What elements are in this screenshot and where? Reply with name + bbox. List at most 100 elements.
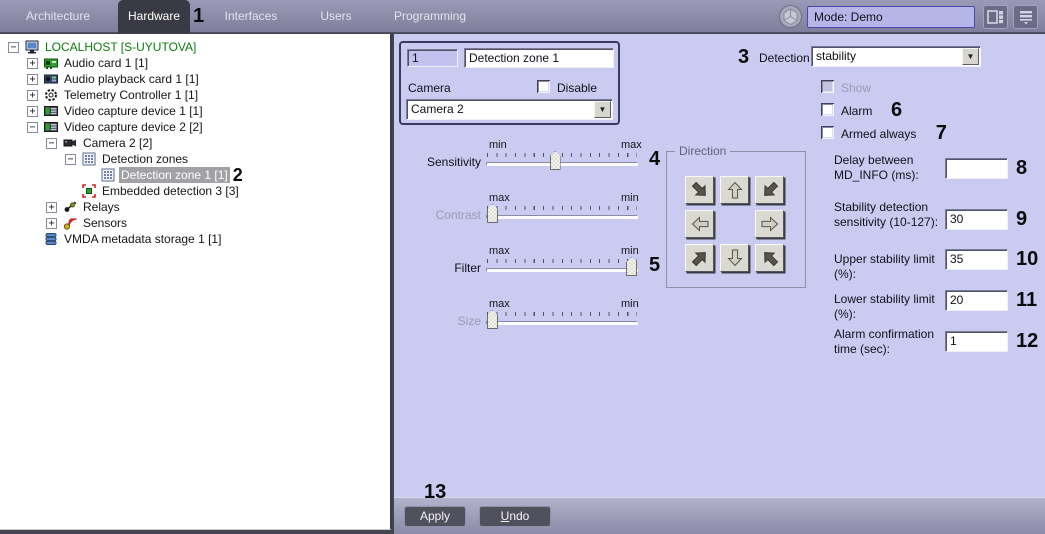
disable-checkbox[interactable] (537, 80, 550, 93)
arrow-down-left-icon (763, 181, 778, 196)
expand-plus-icon[interactable]: + (46, 217, 57, 229)
computer-icon (25, 40, 39, 54)
camera-select[interactable]: Camera 2 ▼ (406, 99, 613, 120)
direction-up-left-button[interactable] (755, 244, 784, 272)
arrow-down-right-icon (691, 181, 706, 196)
slider-track[interactable] (486, 321, 638, 325)
tree-item[interactable]: VMDA metadata storage 1 [1] (0, 231, 390, 247)
tree-item[interactable]: Detection zone 1 [1] 2 (0, 166, 390, 184)
disable-label: Disable (557, 81, 598, 95)
direction-left-button[interactable] (685, 210, 714, 238)
relays-icon (63, 200, 77, 214)
chevron-down-icon[interactable]: ▼ (962, 48, 979, 65)
tab-architecture[interactable]: Architecture (18, 0, 98, 33)
direction-up-button[interactable] (720, 176, 749, 204)
audio-card-icon (44, 56, 58, 70)
sphere-icon[interactable] (778, 4, 803, 29)
field-input[interactable] (945, 158, 1008, 179)
tree-item-label[interactable]: Telemetry Controller 1 [1] (62, 87, 200, 103)
detection-select-value: stability (816, 49, 857, 63)
collapse-minus-icon[interactable]: − (27, 121, 38, 133)
tree-item-label[interactable]: Audio card 1 [1] (62, 55, 150, 71)
slider-contrast: Contrast max min (399, 192, 659, 228)
direction-down-button[interactable] (720, 244, 749, 272)
identity-groupbox: 1 Detection zone 1 Camera Disable Camera… (399, 41, 620, 125)
tree-item-label[interactable]: Sensors (81, 215, 129, 231)
field-input[interactable]: 1 (945, 331, 1008, 352)
direction-down-left-button[interactable] (755, 176, 784, 204)
field-input[interactable]: 30 (945, 209, 1008, 230)
expand-plus-icon[interactable]: + (27, 89, 38, 101)
tree-item[interactable]: − LOCALHOST [S-UYUTOVA] (0, 39, 390, 55)
slider-size: Size max min (399, 298, 659, 334)
collapse-minus-icon[interactable]: − (65, 153, 76, 165)
slider-track[interactable] (486, 268, 638, 272)
chevron-down-icon[interactable]: ▼ (594, 101, 611, 118)
tab-programming[interactable]: Programming (390, 0, 470, 33)
annotation-13: 13 (424, 481, 447, 503)
show-label: Show (841, 81, 872, 95)
tree-item[interactable]: − Video capture device 2 [2] (0, 119, 390, 135)
tab-interfaces[interactable]: Interfaces (212, 0, 290, 33)
alarm-checkbox[interactable] (821, 103, 834, 116)
armed-always-checkbox[interactable] (821, 126, 834, 139)
expand-plus-icon[interactable]: + (27, 73, 38, 85)
expand-plus-icon[interactable]: + (27, 57, 38, 69)
tree-item[interactable]: + Relays (0, 199, 390, 215)
tree-item-label[interactable]: Audio playback card 1 [1] (62, 71, 201, 87)
camera-label: Camera (408, 81, 451, 95)
collapse-minus-icon[interactable]: − (46, 137, 57, 149)
slider-track[interactable] (486, 215, 638, 219)
arrow-left-icon (691, 216, 708, 232)
arrow-down-icon (726, 249, 743, 267)
tree-item-label[interactable]: Detection zones (100, 151, 190, 167)
mode-input[interactable]: Mode: Demo (807, 6, 975, 28)
tree-item-label[interactable]: LOCALHOST [S-UYUTOVA] (43, 39, 198, 55)
field-label: Stability detection sensitivity (10-127)… (834, 200, 939, 229)
zone-id-input[interactable]: 1 (407, 49, 458, 67)
screens-grid-icon[interactable] (983, 5, 1008, 29)
tree-item[interactable]: + Audio card 1 [1] (0, 55, 390, 71)
tree-item[interactable]: − Camera 2 [2] (0, 135, 390, 151)
annotation-8: 8 (1016, 157, 1028, 179)
settings-panel: 1 Detection zone 1 Camera Disable Camera… (394, 34, 1045, 497)
field-input[interactable]: 20 (945, 290, 1008, 311)
detection-select[interactable]: stability ▼ (811, 46, 981, 67)
tree-item[interactable]: + Sensors (0, 215, 390, 231)
direction-up-right-button[interactable] (685, 244, 714, 272)
telemetry-icon (44, 88, 58, 102)
annotation-10: 10 (1016, 248, 1039, 270)
zone-name-input[interactable]: Detection zone 1 (464, 48, 614, 68)
tree-item-label[interactable]: Video capture device 2 [2] (62, 119, 205, 135)
slider-label: Size (457, 314, 481, 328)
tab-hardware[interactable]: Hardware (118, 0, 190, 33)
tree-item[interactable]: + Telemetry Controller 1 [1] (0, 87, 390, 103)
collapse-minus-icon[interactable]: − (8, 41, 19, 53)
tree-item[interactable]: − Detection zones (0, 151, 390, 167)
field-label: Delay between MD_INFO (ms): (834, 153, 919, 182)
tree-item-label[interactable]: VMDA metadata storage 1 [1] (62, 231, 223, 247)
slider-track[interactable] (486, 162, 638, 166)
direction-right-button[interactable] (755, 210, 784, 238)
expand-plus-icon[interactable]: + (27, 105, 38, 117)
show-checkbox (821, 80, 834, 93)
tree-item[interactable]: + Video capture device 1 [1] (0, 103, 390, 119)
tree-item-label[interactable]: Camera 2 [2] (81, 135, 154, 151)
direction-down-right-button[interactable] (685, 176, 714, 204)
tree-item-label[interactable]: Embedded detection 3 [3] (100, 183, 241, 199)
undo-button[interactable]: Undo (479, 506, 551, 527)
tree-item-label[interactable]: Detection zone 1 [1] (119, 167, 230, 183)
field-input[interactable]: 35 (945, 249, 1008, 270)
tab-users[interactable]: Users (310, 0, 362, 33)
tree-item[interactable]: Embedded detection 3 [3] (0, 183, 390, 199)
device-tree: − LOCALHOST [S-UYUTOVA] + Audio card 1 [1] +… (0, 34, 392, 530)
slider-left-label: max (489, 245, 510, 257)
tree-item-label[interactable]: Relays (81, 199, 122, 215)
annotation-6: 6 (891, 99, 903, 121)
expand-plus-icon[interactable]: + (46, 201, 57, 213)
slider-label: Sensitivity (426, 155, 481, 169)
tree-item-label[interactable]: Video capture device 1 [1] (62, 103, 205, 119)
panel-menu-icon[interactable] (1013, 5, 1038, 29)
tree-item[interactable]: + Audio playback card 1 [1] (0, 71, 390, 87)
apply-button[interactable]: Apply (404, 506, 466, 527)
